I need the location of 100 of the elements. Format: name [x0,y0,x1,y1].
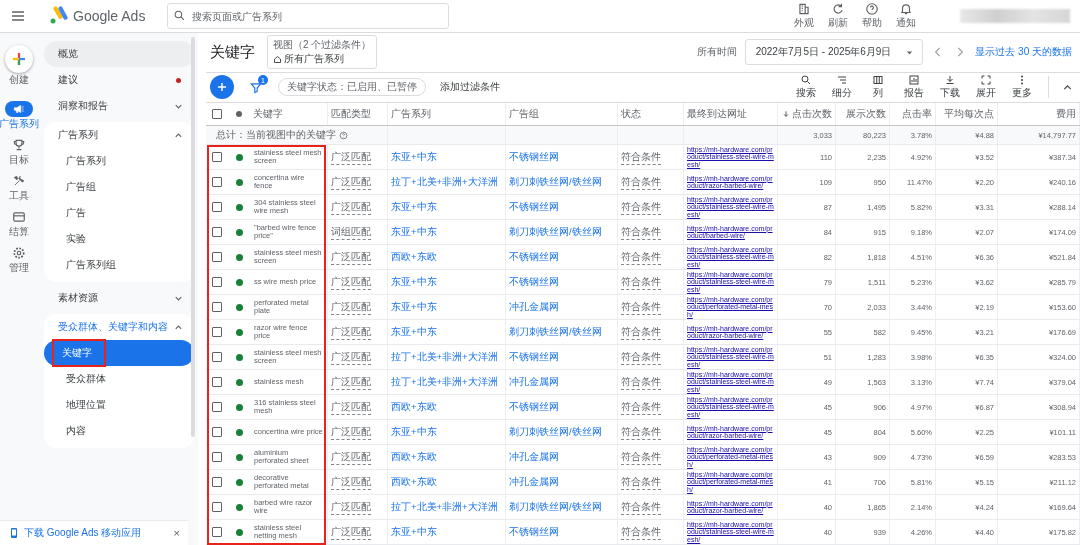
header-action-button[interactable]: 刷新 [824,2,852,30]
campaign-link[interactable]: 西欧+东欧 [391,450,437,464]
nav-item[interactable]: 洞察和报告 [44,93,194,119]
ad-group-link[interactable]: 剃刀刺铁丝网/铁丝网 [509,175,602,189]
ad-group-link[interactable]: 不锈钢丝网 [509,150,559,164]
campaign-link[interactable]: 西欧+东欧 [391,400,437,414]
ad-group-link[interactable]: 冲孔金属网 [509,475,559,489]
column-header[interactable]: 广告系列 [391,107,431,121]
toolbar-button[interactable]: 报告 [900,74,928,101]
column-header[interactable]: 平均每次点 [944,107,994,121]
rail-item[interactable]: 广告系列 [0,101,39,131]
ad-group-link[interactable]: 剃刀刺铁丝网/铁丝网 [509,425,602,439]
row-checkbox[interactable] [212,252,222,262]
ad-group-link[interactable]: 剃刀刺铁丝网/铁丝网 [509,225,602,239]
row-checkbox[interactable] [212,302,222,312]
help-icon[interactable] [339,130,348,140]
header-action-button[interactable]: 帮助 [858,2,886,30]
column-header[interactable]: 匹配类型 [331,107,371,121]
row-checkbox[interactable] [212,277,222,287]
rail-item[interactable]: 管理 [5,245,33,275]
column-header[interactable]: 点击次数 [782,107,832,121]
campaign-link[interactable]: 东亚+中东 [391,275,437,289]
nav-item[interactable]: 广告系列组 [44,252,194,278]
nav-item[interactable]: 广告组 [44,174,194,200]
row-checkbox[interactable] [212,477,222,487]
nav-item[interactable]: 广告 [44,200,194,226]
campaign-link[interactable]: 拉丁+北美+非洲+大洋洲 [391,500,498,514]
rail-item[interactable]: 目标 [5,137,33,167]
header-action-button[interactable]: 通知 [892,2,920,30]
campaign-link[interactable]: 东亚+中东 [391,325,437,339]
ad-group-link[interactable]: 不锈钢丝网 [509,350,559,364]
ad-group-link[interactable]: 冲孔金属网 [509,450,559,464]
toolbar-button[interactable]: 列 [864,74,892,101]
ad-group-link[interactable]: 冲孔金属网 [509,375,559,389]
rail-item[interactable]: 工具 [5,173,33,203]
ad-group-link[interactable]: 不锈钢丝网 [509,275,559,289]
nav-item[interactable]: 广告系列 [44,148,194,174]
nav-item[interactable]: 关键字 [44,340,194,366]
ad-group-link[interactable]: 不锈钢丝网 [509,400,559,414]
header-action-button[interactable]: 外观 [790,2,818,30]
campaign-link[interactable]: 东亚+中东 [391,525,437,539]
row-checkbox[interactable] [212,177,222,187]
campaign-link[interactable]: 东亚+中东 [391,200,437,214]
view-selector[interactable]: 视图（2 个过滤条件） 所有广告系列 [267,35,378,70]
toolbar-button[interactable]: 搜索 [792,74,820,101]
toolbar-button[interactable]: 更多 [1008,74,1036,101]
ad-group-link[interactable]: 不锈钢丝网 [509,525,559,539]
campaign-link[interactable]: 东亚+中东 [391,300,437,314]
toolbar-button[interactable]: 展开 [972,74,1000,101]
row-checkbox[interactable] [212,352,222,362]
toolbar-button[interactable]: 下载 [936,74,964,101]
close-button[interactable]: × [173,527,180,539]
download-app-link[interactable]: 下载 Google Ads 移动应用 [24,526,142,540]
row-checkbox[interactable] [212,152,222,162]
add-button[interactable] [210,75,234,100]
rail-item[interactable]: 结算 [5,209,33,239]
row-checkbox[interactable] [212,402,222,412]
nav-item[interactable]: 地理位置 [44,392,194,418]
column-header[interactable]: 广告组 [509,107,539,121]
nav-item[interactable]: 实验 [44,226,194,252]
select-all-checkbox[interactable] [212,109,222,119]
row-checkbox[interactable] [212,452,222,462]
campaign-link[interactable]: 拉丁+北美+非洲+大洋洲 [391,375,498,389]
row-checkbox[interactable] [212,527,222,537]
nav-item[interactable]: 内容 [44,418,194,444]
row-checkbox[interactable] [212,502,222,512]
column-header[interactable]: 点击率 [902,107,932,121]
campaign-link[interactable]: 东亚+中东 [391,150,437,164]
date-range-dropdown[interactable]: 2022年7月5日 - 2025年6月9日 [744,39,924,66]
nav-section[interactable]: 广告系列 [44,122,194,148]
row-checkbox[interactable] [212,327,222,337]
column-header[interactable]: 关键字 [253,107,283,121]
campaign-link[interactable]: 西欧+东欧 [391,250,437,264]
campaign-link[interactable]: 东亚+中东 [391,425,437,439]
campaign-link[interactable]: 东亚+中东 [391,225,437,239]
column-header[interactable]: 状态 [621,107,641,121]
row-checkbox[interactable] [212,227,222,237]
ad-group-link[interactable]: 剃刀刺铁丝网/铁丝网 [509,325,602,339]
campaign-link[interactable]: 拉丁+北美+非洲+大洋洲 [391,350,498,364]
campaign-link[interactable]: 拉丁+北美+非洲+大洋洲 [391,175,498,189]
nav-item[interactable]: 素材资源 [44,285,194,311]
nav-section[interactable]: 受众群体、关键字和内容 [44,314,194,340]
nav-item[interactable]: 概览 [44,41,194,67]
ad-group-link[interactable]: 剃刀刺铁丝网/铁丝网 [509,500,602,514]
toolbar-button[interactable]: 细分 [828,74,856,101]
column-header[interactable]: 费用 [1056,107,1076,121]
column-header[interactable]: 最终到达网址 [687,107,747,121]
row-checkbox[interactable] [212,427,222,437]
nav-item[interactable]: 受众群体 [44,366,194,392]
row-checkbox[interactable] [212,377,222,387]
ad-group-link[interactable]: 冲孔金属网 [509,300,559,314]
search-field[interactable]: 搜索页面或广告系列 [167,3,450,29]
row-checkbox[interactable] [212,202,222,212]
recent-data-link[interactable]: 显示过去 30 天的数据 [975,45,1072,60]
ad-group-link[interactable]: 不锈钢丝网 [509,200,559,214]
column-header[interactable]: 展示次数 [846,107,886,121]
campaign-link[interactable]: 西欧+东欧 [391,475,437,489]
ad-group-link[interactable]: 不锈钢丝网 [509,250,559,264]
add-filter-button[interactable]: 添加过滤条件 [440,80,500,95]
menu-icon[interactable] [10,8,26,24]
